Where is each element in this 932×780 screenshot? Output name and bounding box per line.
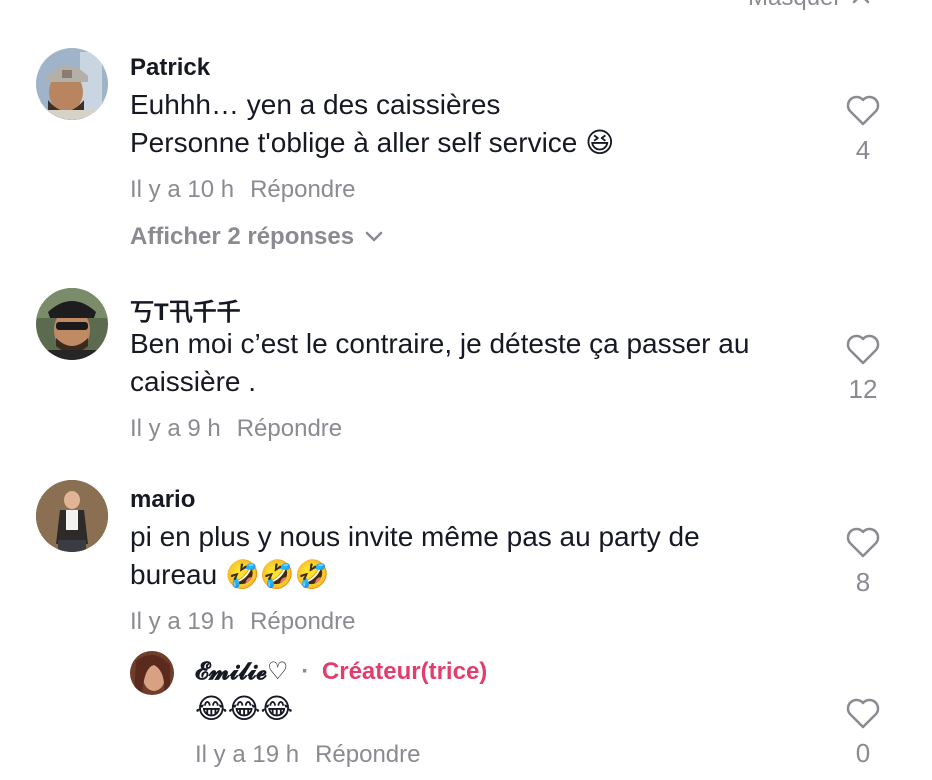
reply-button[interactable]: Répondre	[237, 415, 342, 443]
reply-header: 𝓔𝓶𝓲𝓵𝓲𝓮♡ · Créateur(trice)	[195, 657, 487, 686]
comment-username[interactable]: mario	[130, 486, 195, 514]
creator-badge: Créateur(trice)	[321, 658, 488, 685]
like-button[interactable]: 8	[833, 526, 893, 598]
reply-button[interactable]: Répondre	[250, 608, 355, 636]
comment-text-line: Euhhh… yen a des caissières	[130, 89, 501, 120]
avatar[interactable]	[36, 480, 108, 552]
hide-replies-button[interactable]: Masquer	[748, 0, 871, 12]
avatar[interactable]	[36, 48, 108, 120]
comment-timestamp: Il y a 19 h	[195, 741, 300, 768]
heart-icon	[845, 95, 881, 130]
comment-timestamp: Il y a 9 h	[130, 415, 221, 442]
comment-text: Euhhh… yen a des caissières Personne t'o…	[130, 86, 810, 162]
view-replies-label: Afficher 2 réponses	[130, 223, 355, 250]
comment-text-line: Personne t'oblige à aller self service 😆	[130, 127, 615, 158]
comment-text-line: Ben moi c’est le contraire, je déteste ç…	[130, 328, 750, 359]
like-button[interactable]: 0	[833, 697, 893, 769]
comment-meta: Il y a 19 h Répondre	[130, 608, 355, 636]
comment-meta: Il y a 10 h Répondre	[130, 176, 355, 204]
chevron-down-icon	[364, 223, 384, 251]
heart-icon	[845, 334, 881, 369]
like-button[interactable]: 12	[833, 333, 893, 405]
comment-text: Ben moi c’est le contraire, je déteste ç…	[130, 325, 810, 401]
comment-text: 😂😂😂	[195, 693, 294, 724]
heart-icon	[845, 698, 881, 733]
heart-icon	[845, 527, 881, 562]
comment-timestamp: Il y a 19 h	[130, 608, 235, 635]
like-count: 8	[855, 567, 871, 597]
like-count: 4	[855, 135, 871, 165]
avatar[interactable]	[130, 651, 174, 695]
like-count: 12	[848, 374, 878, 404]
comment-meta: Il y a 9 h Répondre	[130, 415, 342, 443]
separator-dot: ·	[301, 658, 310, 685]
comment-text-line: bureau 🤣🤣🤣	[130, 559, 330, 590]
comment-timestamp: Il y a 10 h	[130, 176, 235, 203]
comment-username[interactable]: 丂T卂千千	[130, 292, 241, 327]
comment-username[interactable]: 𝓔𝓶𝓲𝓵𝓲𝓮♡	[195, 658, 289, 685]
like-button[interactable]: 4	[833, 94, 893, 166]
reply-button[interactable]: Répondre	[250, 176, 355, 204]
comment-text-line: caissière .	[130, 366, 257, 397]
reply-button[interactable]: Répondre	[315, 741, 420, 769]
hide-replies-label: Masquer	[748, 0, 841, 12]
view-replies-button[interactable]: Afficher 2 réponses	[130, 223, 384, 251]
comment-text-line: pi en plus y nous invite même pas au par…	[130, 521, 700, 552]
like-count: 0	[855, 738, 871, 768]
comment-meta: Il y a 19 h Répondre	[195, 741, 420, 769]
comment-text: pi en plus y nous invite même pas au par…	[130, 518, 810, 594]
comment-username[interactable]: Patrick	[130, 54, 210, 82]
close-icon	[851, 0, 871, 12]
avatar[interactable]	[36, 288, 108, 360]
